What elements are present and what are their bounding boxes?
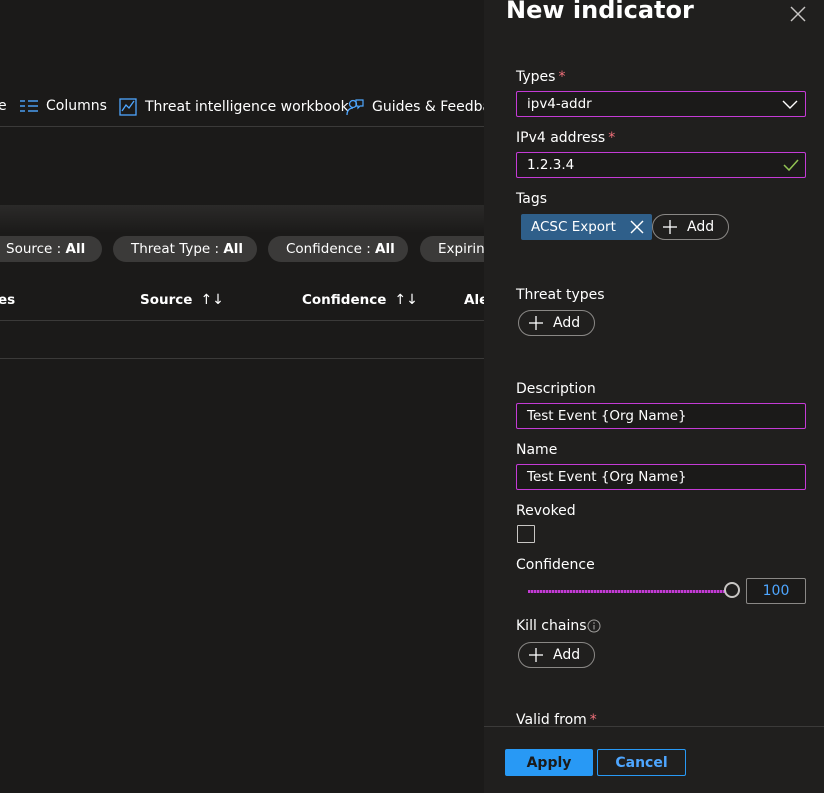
plus-icon — [529, 316, 543, 330]
column-header-confidence[interactable]: Confidence ↑↓ — [302, 292, 418, 308]
kill-chains-label: Kill chains — [516, 618, 587, 634]
filter-confidence-value: All — [375, 241, 395, 257]
background-page: e Columns Threat intelligence workbook G… — [0, 0, 484, 793]
filter-pill-source[interactable]: Source : All — [0, 236, 102, 262]
column-header-alerts[interactable]: Ale — [464, 292, 484, 308]
toolbar-item-partial[interactable]: e — [0, 98, 7, 114]
types-value: ipv4-addr — [527, 96, 592, 112]
footer-divider — [484, 726, 824, 727]
new-indicator-panel: New indicator Types * ipv4-addr IPv4 addr… — [484, 0, 824, 793]
filter-expiring-name: Expiring — [438, 241, 484, 257]
command-bar: e Columns Threat intelligence workbook G… — [0, 90, 484, 126]
filter-pill-expiring[interactable]: Expiring — [420, 236, 484, 262]
filter-pill-threat-type[interactable]: Threat Type : All — [113, 236, 257, 262]
guides-person-icon — [346, 99, 364, 116]
types-label: Types * — [516, 69, 565, 85]
column-header-source[interactable]: Source ↑↓ — [140, 292, 224, 308]
workbook-button[interactable]: Threat intelligence workbook — [119, 98, 349, 116]
filter-source-name: Source : — [6, 241, 66, 257]
close-icon — [790, 6, 806, 22]
filter-confidence-name: Confidence : — [286, 241, 376, 257]
filter-band — [0, 205, 484, 233]
description-value: Test Event {Org Name} — [527, 408, 687, 424]
ipv4-input[interactable]: 1.2.3.4 — [516, 152, 806, 178]
confidence-label: Confidence — [516, 557, 595, 573]
table-header-divider — [0, 320, 484, 321]
tags-label: Tags — [516, 191, 547, 207]
checkmark-icon — [783, 159, 799, 172]
types-label-text: Types — [516, 69, 556, 85]
description-label: Description — [516, 381, 596, 397]
columns-icon — [20, 100, 38, 112]
cancel-button[interactable]: Cancel — [597, 749, 686, 776]
revoked-checkbox[interactable] — [517, 525, 535, 543]
toolbar-divider — [0, 126, 484, 127]
close-button[interactable] — [788, 4, 808, 24]
sort-icon: ↑↓ — [394, 292, 418, 308]
name-value: Test Event {Org Name} — [527, 469, 687, 485]
guides-feedback-button[interactable]: Guides & Feedba — [346, 98, 484, 116]
columns-button[interactable]: Columns — [20, 98, 107, 114]
table-row-divider — [0, 358, 484, 359]
column-header-source-label: Source — [140, 292, 193, 308]
apply-button[interactable]: Apply — [505, 749, 593, 776]
column-header-confidence-label: Confidence — [302, 292, 387, 308]
close-icon — [630, 220, 644, 234]
add-threat-type-button[interactable]: Add — [518, 310, 596, 336]
column-header-alerts-label: Ale — [464, 292, 484, 308]
threat-types-label: Threat types — [516, 287, 605, 303]
add-kill-chain-label: Add — [553, 647, 581, 663]
tag-chip: ACSC Export — [521, 214, 652, 240]
add-threat-type-label: Add — [553, 315, 581, 331]
workbook-chart-icon — [119, 98, 137, 116]
filter-source-value: All — [65, 241, 86, 257]
description-input[interactable]: Test Event {Org Name} — [516, 403, 806, 429]
column-header-partial[interactable]: es — [0, 292, 15, 308]
plus-icon — [529, 648, 543, 662]
guides-feedback-label: Guides & Feedba — [372, 99, 484, 115]
confidence-value-input[interactable]: 100 — [746, 578, 806, 604]
plus-icon — [663, 220, 677, 234]
workbook-label: Threat intelligence workbook — [145, 99, 349, 115]
filter-pill-confidence[interactable]: Confidence : All — [268, 236, 408, 262]
ipv4-label-text: IPv4 address — [516, 130, 606, 146]
revoked-label: Revoked — [516, 503, 576, 519]
confidence-slider-track[interactable] — [528, 590, 728, 593]
columns-label: Columns — [46, 98, 107, 114]
info-icon[interactable] — [587, 619, 601, 633]
add-tag-label: Add — [687, 219, 715, 235]
remove-tag-button[interactable] — [630, 220, 644, 234]
types-dropdown[interactable]: ipv4-addr — [516, 91, 806, 117]
filter-threat-type-value: All — [223, 241, 244, 257]
panel-title: New indicator — [506, 0, 694, 24]
required-marker: * — [558, 69, 566, 85]
required-marker: * — [608, 130, 616, 146]
add-tag-button[interactable]: Add — [652, 214, 730, 240]
filter-threat-type-name: Threat Type : — [131, 241, 224, 257]
confidence-slider-thumb[interactable] — [724, 582, 740, 598]
ipv4-value: 1.2.3.4 — [527, 157, 575, 173]
sort-icon: ↑↓ — [200, 292, 224, 308]
tag-chip-label: ACSC Export — [531, 219, 616, 235]
name-input[interactable]: Test Event {Org Name} — [516, 464, 806, 490]
name-label: Name — [516, 442, 558, 458]
add-kill-chain-button[interactable]: Add — [518, 642, 596, 668]
toolbar-item-partial-label: e — [0, 98, 7, 114]
column-header-partial-label: es — [0, 292, 16, 308]
chevron-down-icon — [782, 100, 798, 109]
ipv4-label: IPv4 address * — [516, 130, 615, 146]
